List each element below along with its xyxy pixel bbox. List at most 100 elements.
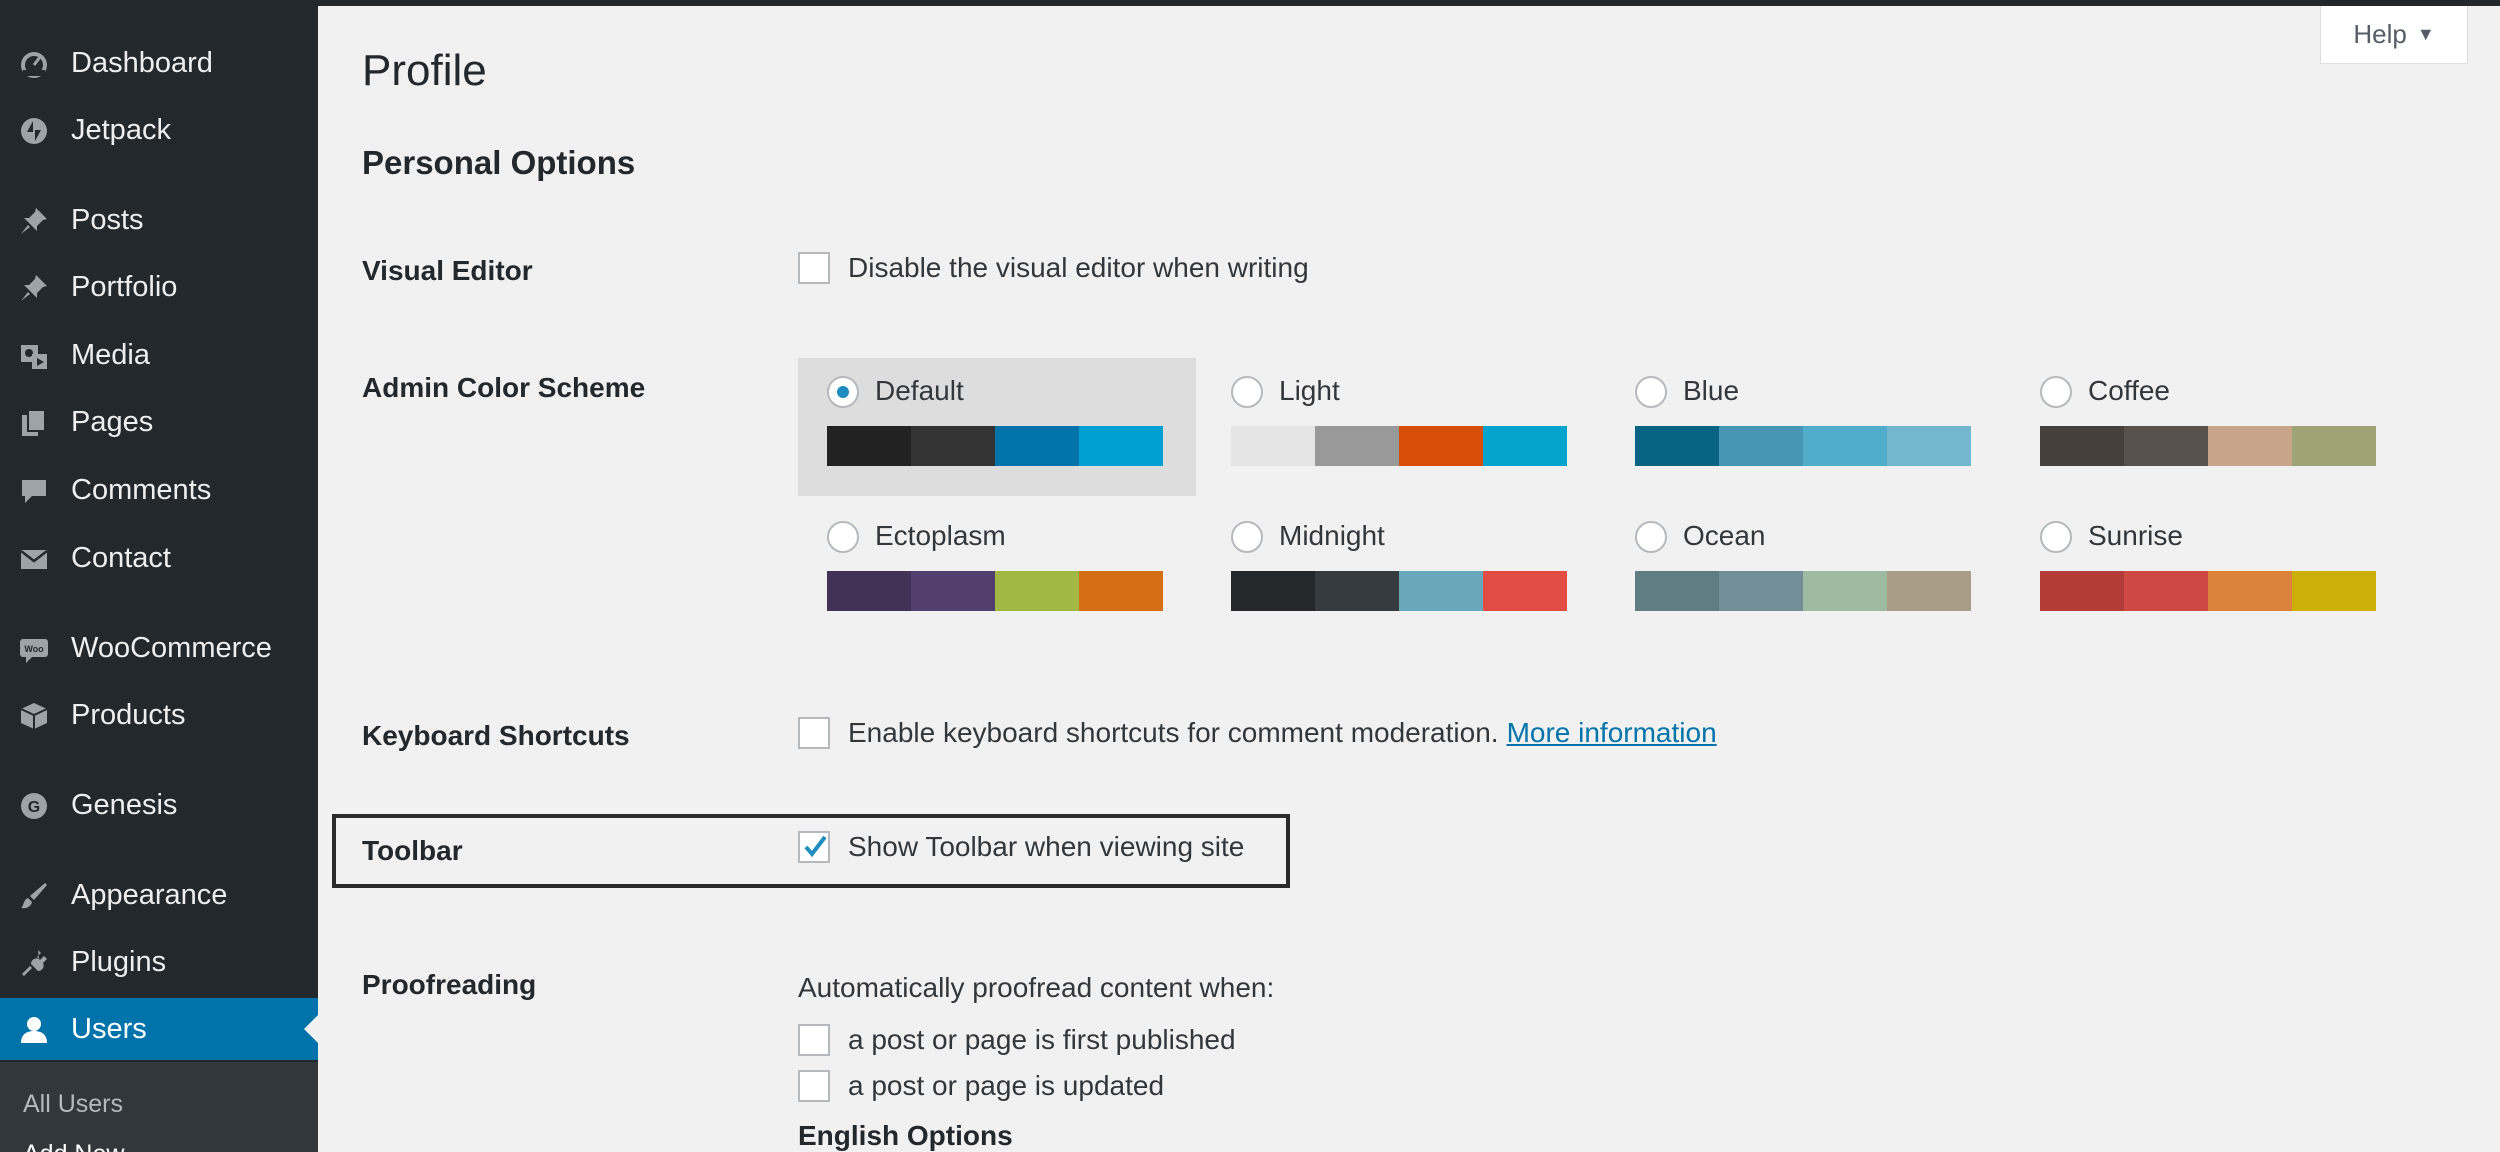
color-scheme-name: Default xyxy=(875,375,964,406)
visual-editor-option[interactable]: Disable the visual editor when writing xyxy=(798,252,1309,284)
color-scheme-name: Midnight xyxy=(1279,520,1385,551)
color-swatch xyxy=(827,571,911,611)
color-swatch xyxy=(911,426,995,466)
color-scheme-light[interactable]: Light xyxy=(1202,358,1600,496)
color-swatch xyxy=(995,571,1079,611)
sidebar-item-plugins[interactable]: Plugins xyxy=(0,931,318,993)
color-scheme-radio[interactable] xyxy=(1231,521,1263,553)
color-swatch xyxy=(1483,571,1567,611)
color-swatch xyxy=(1231,571,1315,611)
sidebar-item-pages[interactable]: Pages xyxy=(0,391,318,453)
help-button[interactable]: Help ▼ xyxy=(2320,6,2468,64)
genesis-icon: G xyxy=(18,790,50,822)
sidebar-item-jetpack[interactable]: Jetpack xyxy=(0,99,318,161)
proofread-on-publish-option[interactable]: a post or page is first published xyxy=(798,1024,1236,1056)
color-scheme-ocean[interactable]: Ocean xyxy=(1606,503,2004,641)
admin-color-scheme-label: Admin Color Scheme xyxy=(362,372,646,403)
sidebar-item-dashboard[interactable]: Dashboard xyxy=(0,32,318,94)
brush-icon xyxy=(18,880,50,912)
color-swatch xyxy=(1887,426,1971,466)
color-swatch xyxy=(1315,571,1399,611)
sidebar-item-media[interactable]: Media xyxy=(0,324,318,386)
proofread-on-update-option[interactable]: a post or page is updated xyxy=(798,1070,1164,1102)
comment-icon xyxy=(18,475,50,507)
color-scheme-name: Coffee xyxy=(2088,375,2170,406)
color-scheme-blue[interactable]: Blue xyxy=(1606,358,2004,496)
sidebar-item-posts[interactable]: Posts xyxy=(0,189,318,251)
keyboard-shortcuts-option[interactable]: Enable keyboard shortcuts for comment mo… xyxy=(798,717,1717,749)
color-scheme-sunrise[interactable]: Sunrise xyxy=(2011,503,2409,641)
color-scheme-radio[interactable] xyxy=(1635,521,1667,553)
submenu-item-all-users[interactable]: All Users xyxy=(23,1090,123,1119)
admin-sidebar: Dashboard Jetpack Posts Portfolio Media … xyxy=(0,0,318,1152)
sidebar-item-products[interactable]: Products xyxy=(0,684,318,746)
sidebar-item-label: Users xyxy=(71,1013,147,1045)
color-swatches xyxy=(1635,571,1971,611)
color-scheme-coffee[interactable]: Coffee xyxy=(2011,358,2409,496)
woo-icon: Woo xyxy=(18,633,50,665)
pages-icon xyxy=(18,407,50,439)
color-scheme-radio[interactable] xyxy=(827,521,859,553)
sidebar-item-appearance[interactable]: Appearance xyxy=(0,864,318,926)
sidebar-item-users[interactable]: Users xyxy=(0,998,318,1060)
submenu-item-add-new[interactable]: Add New xyxy=(23,1140,124,1152)
color-scheme-radio[interactable] xyxy=(1231,376,1263,408)
sidebar-item-label: Portfolio xyxy=(71,271,178,303)
media-icon xyxy=(18,340,50,372)
sidebar-item-portfolio[interactable]: Portfolio xyxy=(0,256,318,318)
box-icon xyxy=(18,700,50,732)
plug-icon xyxy=(18,947,50,979)
color-swatches xyxy=(827,571,1163,611)
color-scheme-radio[interactable] xyxy=(1635,376,1667,408)
visual-editor-label: Visual Editor xyxy=(362,255,533,286)
color-scheme-name: Sunrise xyxy=(2088,520,2183,551)
woo-icon-text: Woo xyxy=(24,644,44,654)
color-swatch xyxy=(2040,426,2124,466)
sidebar-item-label: Plugins xyxy=(71,946,167,978)
keyboard-shortcuts-checkbox[interactable] xyxy=(798,717,830,749)
keyboard-shortcuts-label: Keyboard Shortcuts xyxy=(362,720,630,751)
users-submenu: All Users Add New xyxy=(0,1062,318,1152)
color-swatch xyxy=(2292,426,2376,466)
color-swatch xyxy=(1079,426,1163,466)
sidebar-item-woocommerce[interactable]: Woo WooCommerce xyxy=(0,617,318,679)
page-title: Profile xyxy=(362,46,487,95)
help-button-label: Help xyxy=(2353,19,2407,49)
color-swatch xyxy=(1803,426,1887,466)
color-scheme-default[interactable]: Default xyxy=(798,358,1196,496)
color-swatch xyxy=(2124,426,2208,466)
sidebar-item-label: Jetpack xyxy=(71,114,171,146)
proofread-on-update-checkbox[interactable] xyxy=(798,1070,830,1102)
color-swatch xyxy=(1399,571,1483,611)
color-scheme-radio[interactable] xyxy=(2040,521,2072,553)
color-scheme-radio[interactable] xyxy=(827,376,859,408)
genesis-icon-text: G xyxy=(28,799,40,816)
color-swatch xyxy=(1719,426,1803,466)
visual-editor-checkbox[interactable] xyxy=(798,252,830,284)
sidebar-item-genesis[interactable]: G Genesis xyxy=(0,774,318,836)
english-options-heading: English Options xyxy=(798,1120,1013,1151)
proofreading-label: Proofreading xyxy=(362,969,537,1000)
sidebar-item-comments[interactable]: Comments xyxy=(0,459,318,521)
sidebar-item-label: Dashboard xyxy=(71,47,213,79)
color-swatch xyxy=(1803,571,1887,611)
sidebar-item-contact[interactable]: Contact xyxy=(0,527,318,589)
color-swatch xyxy=(1719,571,1803,611)
color-swatch xyxy=(1483,426,1567,466)
sidebar-item-label: WooCommerce xyxy=(71,632,272,664)
color-swatch xyxy=(2208,426,2292,466)
color-swatch xyxy=(1635,426,1719,466)
proofread-on-publish-text: a post or page is first published xyxy=(848,1024,1236,1055)
color-scheme-midnight[interactable]: Midnight xyxy=(1202,503,1600,641)
color-scheme-radio[interactable] xyxy=(2040,376,2072,408)
toolbar-highlight-frame xyxy=(332,814,1290,888)
proofreading-intro: Automatically proofread content when: xyxy=(798,972,1275,1003)
jetpack-icon xyxy=(18,115,50,147)
more-information-link[interactable]: More information xyxy=(1507,717,1717,749)
caret-down-icon: ▼ xyxy=(2416,24,2435,44)
sidebar-item-label: Media xyxy=(71,339,150,371)
color-scheme-name: Light xyxy=(1279,375,1340,406)
sidebar-item-label: Pages xyxy=(71,406,154,438)
color-scheme-ectoplasm[interactable]: Ectoplasm xyxy=(798,503,1196,641)
proofread-on-publish-checkbox[interactable] xyxy=(798,1024,830,1056)
